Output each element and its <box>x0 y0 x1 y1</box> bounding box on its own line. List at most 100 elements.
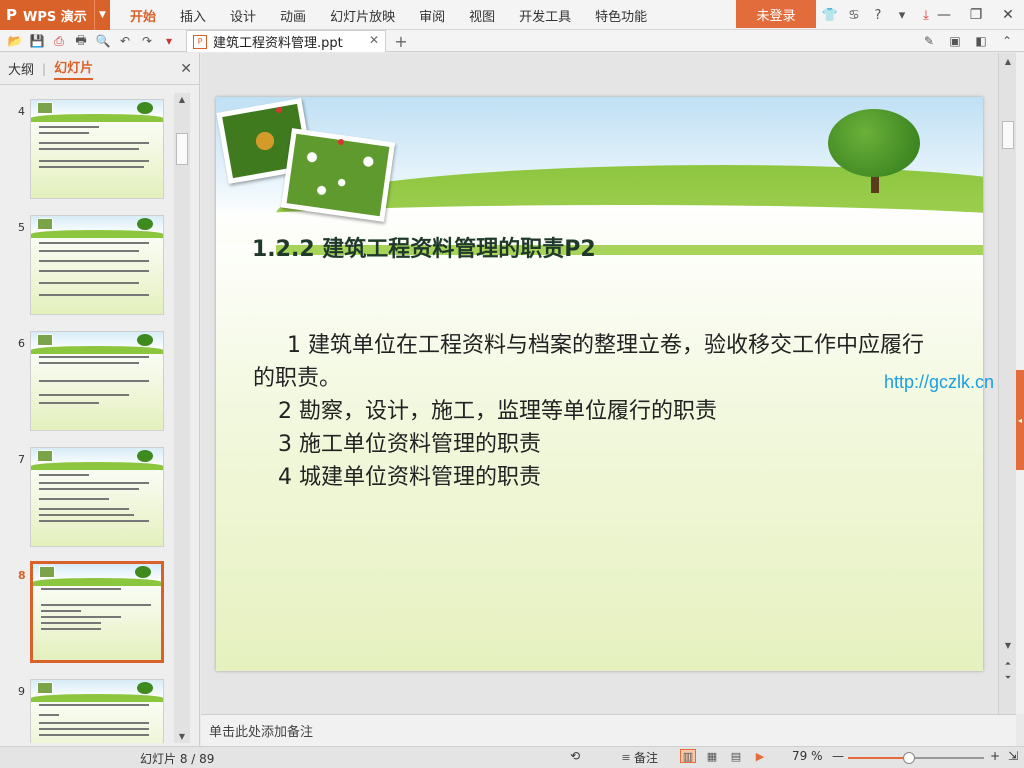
zoom-slider-knob[interactable] <box>903 752 916 764</box>
side-panel-toggle[interactable]: ◂ <box>1016 370 1024 470</box>
scroll-down-icon[interactable]: ▼ <box>174 732 190 741</box>
zoom-in-icon[interactable]: + <box>990 749 1000 763</box>
slide-thumbnail[interactable]: 8 <box>0 557 174 663</box>
status-bar: 幻灯片 8 / 89 ⟲ ≡ 备注 ▥ ▦ ▤ ▶ 79 % — + ⇲ <box>0 746 1024 768</box>
notes-label: 备注 <box>634 751 659 765</box>
tree-icon <box>828 109 920 177</box>
thumbnail-scrollbar[interactable]: ▲ ▼ <box>174 93 190 743</box>
title-icons: 👕 ♋ ? ▾ ⤓ <box>818 0 938 30</box>
tab-review[interactable]: 审阅 <box>407 0 457 30</box>
slideshow-icon[interactable]: ▶ <box>752 749 768 763</box>
slide-preview[interactable] <box>30 331 164 431</box>
tab-slideshow[interactable]: 幻灯片放映 <box>318 0 407 30</box>
scroll-up-icon[interactable]: ▲ <box>999 57 1017 66</box>
compare-icon[interactable]: ◧ <box>968 31 994 51</box>
customize-icon[interactable]: ▾ <box>158 31 180 51</box>
shirt-icon[interactable]: 👕 <box>818 3 842 27</box>
slide-preview-selected[interactable] <box>30 561 164 663</box>
tab-home[interactable]: 开始 <box>118 0 168 30</box>
tab-design[interactable]: 设计 <box>218 0 268 30</box>
slide-number: 7 <box>18 453 25 466</box>
slide-body-line: 3 施工单位资料管理的职责 <box>278 432 541 457</box>
slides-panel: 大纲 | 幻灯片 ✕ 4 5 6 7 8 9 ▲ ▼ <box>0 53 200 746</box>
window-controls: — ❐ ✕ <box>928 0 1024 30</box>
tab-developer[interactable]: 开发工具 <box>507 0 583 30</box>
export-pdf-icon[interactable]: ⎙ <box>48 31 70 51</box>
scroll-up-icon[interactable]: ▲ <box>174 95 190 104</box>
brush-icon[interactable]: ✎ <box>916 31 942 51</box>
skin-icon[interactable]: ♋ <box>842 3 866 27</box>
close-tab-icon[interactable]: ✕ <box>369 33 379 47</box>
login-button[interactable]: 未登录 <box>736 0 816 28</box>
reading-view-icon[interactable]: ▤ <box>728 749 744 763</box>
slide-title[interactable]: 1.2.2 建筑工程资料管理的职责P2 <box>252 231 596 263</box>
tab-insert[interactable]: 插入 <box>168 0 218 30</box>
slide-preview[interactable] <box>30 99 164 199</box>
normal-view-icon[interactable]: ▥ <box>680 749 696 763</box>
tab-animation[interactable]: 动画 <box>268 0 318 30</box>
new-tab-icon[interactable]: + <box>392 30 410 52</box>
slide-number: 9 <box>18 685 25 698</box>
wps-logo-icon: P <box>6 6 17 24</box>
history-icon[interactable]: ⟲ <box>570 749 580 763</box>
chevron-down-icon[interactable]: ▼ <box>94 0 110 30</box>
slide-thumbnail[interactable]: 4 <box>0 93 174 199</box>
slide-thumbnail[interactable]: 9 <box>0 673 174 743</box>
previous-slide-icon[interactable]: ⏶ <box>999 659 1017 669</box>
close-panel-icon[interactable]: ✕ <box>180 61 192 77</box>
slide-preview[interactable] <box>30 679 164 743</box>
slide-body-line: 2 勘察，设计，施工，监理等单位履行的职责 <box>278 399 717 424</box>
zoom-out-icon[interactable]: — <box>832 749 844 763</box>
help-icon[interactable]: ? <box>866 3 890 27</box>
slide-thumbnail[interactable]: 6 <box>0 325 174 431</box>
slide-preview[interactable] <box>30 215 164 315</box>
next-slide-icon[interactable]: ⏷ <box>999 673 1017 683</box>
scroll-down-icon[interactable]: ▼ <box>999 641 1017 650</box>
slide-thumbnail[interactable]: 5 <box>0 209 174 315</box>
title-bar: P WPS 演示 ▼ 开始 插入 设计 动画 幻灯片放映 审阅 视图 开发工具 … <box>0 0 1024 30</box>
slide-editor: 1.2.2 建筑工程资料管理的职责P2 1 建筑单位在工程资料与档案的整理立卷，… <box>201 53 998 714</box>
zoom-level[interactable]: 79 % <box>792 749 823 763</box>
slide-number: 8 <box>18 569 26 582</box>
slide-number: 5 <box>18 221 25 234</box>
ppt-file-icon: P <box>193 34 207 49</box>
print-preview-icon[interactable]: 🔍 <box>92 31 114 51</box>
notes-icon: ≡ <box>621 751 631 764</box>
ribbon-tabs: 开始 插入 设计 动画 幻灯片放映 审阅 视图 开发工具 特色功能 <box>118 0 659 30</box>
comment-icon[interactable]: ▣ <box>942 31 968 51</box>
pin-icon <box>338 139 344 145</box>
tab-view[interactable]: 视图 <box>457 0 507 30</box>
slide-canvas[interactable]: 1.2.2 建筑工程资料管理的职责P2 1 建筑单位在工程资料与档案的整理立卷，… <box>216 97 983 671</box>
sorter-view-icon[interactable]: ▦ <box>704 749 720 763</box>
slide-body-line: 4 城建单位资料管理的职责 <box>278 465 541 490</box>
document-tab-title: 建筑工程资料管理.ppt <box>213 36 343 51</box>
redo-icon[interactable]: ↷ <box>136 31 158 51</box>
tab-features[interactable]: 特色功能 <box>583 0 659 30</box>
collapse-ribbon-icon[interactable]: ⌃ <box>994 31 1020 51</box>
app-menu-button[interactable]: P WPS 演示 ▼ <box>0 0 110 30</box>
notes-pane[interactable]: 单击此处添加备注 <box>201 714 1016 746</box>
document-tab[interactable]: P 建筑工程资料管理.ppt ✕ <box>186 30 386 52</box>
fit-window-icon[interactable]: ⇲ <box>1008 749 1018 763</box>
scrollbar-thumb[interactable] <box>176 133 188 165</box>
slide-preview[interactable] <box>30 447 164 547</box>
restore-icon[interactable]: ❐ <box>960 0 992 30</box>
undo-icon[interactable]: ↶ <box>114 31 136 51</box>
slide-thumbnail[interactable]: 7 <box>0 441 174 547</box>
scrollbar-thumb[interactable] <box>1002 121 1014 149</box>
minimize-icon[interactable]: — <box>928 0 960 30</box>
editor-scrollbar[interactable]: ▲ ▼ ⏶ ⏷ <box>998 53 1016 714</box>
tab-slides[interactable]: 幻灯片 <box>54 57 94 80</box>
close-icon[interactable]: ✕ <box>992 0 1024 30</box>
app-name: WPS 演示 <box>23 9 87 25</box>
tab-separator: | <box>42 61 47 76</box>
print-icon[interactable]: 🖶 <box>70 31 92 51</box>
zoom-slider[interactable] <box>848 752 984 764</box>
quick-access-toolbar: 📂 💾 ⎙ 🖶 🔍 ↶ ↷ ▾ P 建筑工程资料管理.ppt ✕ + ✎ ▣ ◧… <box>0 30 1024 52</box>
notes-toggle[interactable]: ≡ 备注 <box>618 749 658 766</box>
dropdown-icon[interactable]: ▾ <box>890 3 914 27</box>
save-icon[interactable]: 💾 <box>26 31 48 51</box>
tab-outline[interactable]: 大纲 <box>8 59 34 78</box>
slide-body[interactable]: 1 建筑单位在工程资料与档案的整理立卷，验收移交工作中应履行的职责。 2 勘察，… <box>253 329 943 494</box>
open-icon[interactable]: 📂 <box>4 31 26 51</box>
